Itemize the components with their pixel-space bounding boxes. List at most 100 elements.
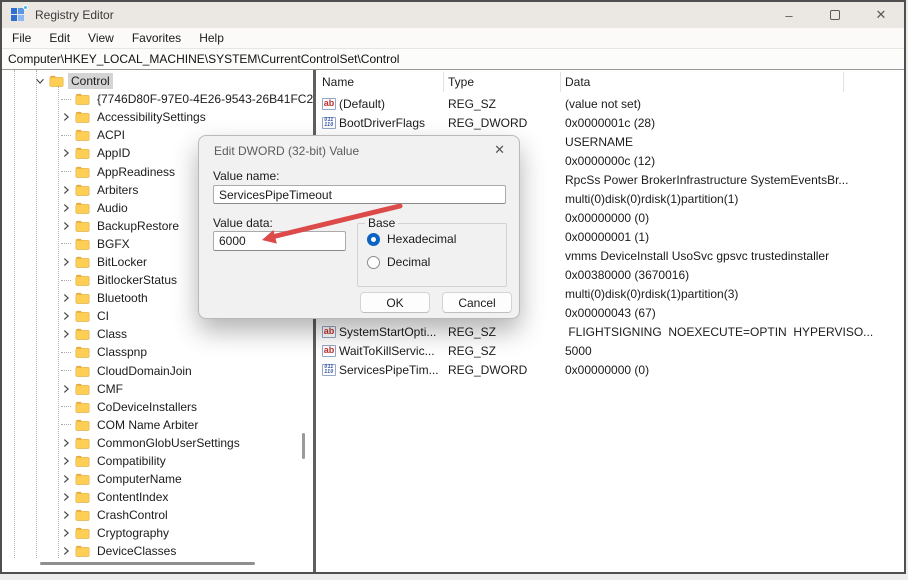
tree-expander[interactable] bbox=[57, 308, 74, 324]
value-name-field[interactable]: ServicesPipeTimeout bbox=[213, 185, 506, 204]
folder-icon bbox=[75, 148, 90, 160]
maximize-icon bbox=[830, 10, 840, 20]
value-type-cell: REG_SZ bbox=[448, 324, 497, 339]
column-separator[interactable] bbox=[443, 72, 444, 92]
radio-hexadecimal-label: Hexadecimal bbox=[387, 232, 457, 246]
tree-item-codeviceinstallers[interactable]: CoDeviceInstallers bbox=[2, 398, 313, 416]
tree-expander[interactable] bbox=[57, 145, 74, 161]
tree-item-label: Control bbox=[68, 73, 113, 90]
tree-expander[interactable] bbox=[57, 290, 74, 306]
tree-item-cryptography[interactable]: Cryptography bbox=[2, 524, 313, 542]
tree-item-label: CommonGlobUserSettings bbox=[97, 435, 240, 450]
tree-expander[interactable] bbox=[57, 164, 74, 180]
column-header-name[interactable]: Name bbox=[322, 75, 354, 89]
menu-item-file[interactable]: File bbox=[3, 29, 40, 47]
column-separator[interactable] bbox=[843, 72, 844, 92]
tree-item-class[interactable]: Class bbox=[2, 325, 313, 343]
tree-expander[interactable] bbox=[57, 453, 74, 469]
tree-expander[interactable] bbox=[57, 525, 74, 541]
value-row--default-[interactable]: ab (Default) REG_SZ (value not set) bbox=[316, 94, 904, 113]
tree-leaf-connector bbox=[60, 98, 71, 100]
menu-item-favorites[interactable]: Favorites bbox=[123, 29, 190, 47]
tree-expander[interactable] bbox=[57, 507, 74, 523]
value-data-cell: FLIGHTSIGNING NOEXECUTE=OPTIN HYPERVISO.… bbox=[565, 324, 874, 339]
value-data-cell: vmms DeviceInstall UsoSvc gpsvc trustedi… bbox=[565, 248, 830, 263]
address-bar[interactable]: Computer\HKEY_LOCAL_MACHINE\SYSTEM\Curre… bbox=[2, 49, 904, 70]
tree-expander[interactable] bbox=[57, 381, 74, 397]
tree-expander[interactable] bbox=[57, 127, 74, 143]
value-row-bootdriverflags[interactable]: 011 110 BootDriverFlags REG_DWORD 0x0000001c… bbox=[316, 113, 904, 132]
tree-expander[interactable] bbox=[57, 435, 74, 451]
value-name-cell: SystemStartOpti... bbox=[339, 324, 437, 339]
folder-icon bbox=[75, 510, 90, 522]
ok-button[interactable]: OK bbox=[360, 292, 430, 313]
tree-item-computername[interactable]: ComputerName bbox=[2, 470, 313, 488]
tree-horizontal-scrollbar[interactable] bbox=[40, 562, 255, 565]
tree-expander[interactable] bbox=[57, 471, 74, 487]
tree-item-control[interactable]: Control bbox=[2, 72, 313, 90]
tree-expander[interactable] bbox=[57, 543, 74, 559]
chevron-down-icon bbox=[35, 78, 44, 85]
tree-expander[interactable] bbox=[57, 272, 74, 288]
tree-item-label: AccessibilitySettings bbox=[97, 110, 206, 125]
title-bar: Registry Editor – ✕ bbox=[2, 2, 904, 28]
tree-expander[interactable] bbox=[57, 399, 74, 415]
tree-vertical-scrollbar[interactable] bbox=[302, 433, 305, 459]
tree-expander[interactable] bbox=[57, 91, 74, 107]
tree-expander[interactable] bbox=[57, 109, 74, 125]
radio-on-icon bbox=[367, 232, 380, 246]
column-header-type[interactable]: Type bbox=[448, 75, 474, 89]
folder-icon bbox=[75, 275, 90, 286]
close-button[interactable]: ✕ bbox=[858, 2, 904, 28]
tree-expander[interactable] bbox=[57, 182, 74, 198]
tree-item-compatibility[interactable]: Compatibility bbox=[2, 452, 313, 470]
tree-item-deviceclasses[interactable]: DeviceClasses bbox=[2, 542, 313, 560]
tree-expander[interactable] bbox=[57, 200, 74, 216]
menu-item-edit[interactable]: Edit bbox=[40, 29, 79, 47]
menu-item-view[interactable]: View bbox=[79, 29, 123, 47]
tree-item--7746d80f-97e0-4e26-9543-26b41fc2[interactable]: {7746D80F-97E0-4E26-9543-26B41FC2 bbox=[2, 90, 313, 108]
tree-item-classpnp[interactable]: Classpnp bbox=[2, 343, 313, 361]
tree-item-label: BGFX bbox=[97, 236, 130, 251]
value-data-cell: 0x00000000 (0) bbox=[565, 362, 650, 377]
minimize-icon: – bbox=[785, 7, 793, 23]
tree-item-cmf[interactable]: CMF bbox=[2, 380, 313, 398]
tree-expander[interactable] bbox=[57, 326, 74, 342]
tree-item-crashcontrol[interactable]: CrashControl bbox=[2, 506, 313, 524]
screenshot-root: { "window": { "title": "Registry Editor"… bbox=[0, 0, 908, 580]
tree-expander[interactable] bbox=[57, 236, 74, 252]
tree-expander[interactable] bbox=[31, 73, 48, 89]
maximize-button[interactable] bbox=[812, 2, 858, 28]
tree-item-com-name-arbiter[interactable]: COM Name Arbiter bbox=[2, 416, 313, 434]
value-row-servicespipetim-[interactable]: 011 110 ServicesPipeTim... REG_DWORD 0x00000… bbox=[316, 360, 904, 379]
tree-item-accessibilitysettings[interactable]: AccessibilitySettings bbox=[2, 108, 313, 126]
value-data-label: Value data: bbox=[213, 216, 273, 230]
column-header-data[interactable]: Data bbox=[565, 75, 590, 89]
tree-item-commonglobusersettings[interactable]: CommonGlobUserSettings bbox=[2, 434, 313, 452]
column-separator[interactable] bbox=[560, 72, 561, 92]
menu-item-help[interactable]: Help bbox=[190, 29, 233, 47]
value-row-systemstartopti-[interactable]: ab SystemStartOpti... REG_SZ FLIGHTSIGNING… bbox=[316, 322, 904, 341]
tree-expander[interactable] bbox=[57, 489, 74, 505]
value-data-cell: 0x00000043 (67) bbox=[565, 305, 656, 320]
tree-expander[interactable] bbox=[57, 344, 74, 360]
value-row-waittokillservic-[interactable]: ab WaitToKillServic... REG_SZ 5000 bbox=[316, 341, 904, 360]
cancel-button[interactable]: Cancel bbox=[442, 292, 512, 313]
tree-expander[interactable] bbox=[57, 254, 74, 270]
value-data-field[interactable]: 6000 bbox=[213, 231, 346, 251]
value-type-cell: REG_SZ bbox=[448, 343, 497, 358]
tree-expander[interactable] bbox=[57, 363, 74, 379]
tree-item-clouddomainjoin[interactable]: CloudDomainJoin bbox=[2, 362, 313, 380]
tree-item-contentindex[interactable]: ContentIndex bbox=[2, 488, 313, 506]
radio-decimal[interactable]: Decimal bbox=[367, 255, 430, 269]
tree-expander[interactable] bbox=[57, 218, 74, 234]
folder-icon bbox=[75, 202, 90, 214]
dialog-close-button[interactable]: ✕ bbox=[494, 142, 505, 158]
folder-icon bbox=[75, 256, 90, 268]
tree-expander[interactable] bbox=[57, 417, 74, 433]
tree-item-label: Arbiters bbox=[97, 182, 139, 197]
minimize-button[interactable]: – bbox=[766, 2, 812, 28]
value-data-cell: 0x00000001 (1) bbox=[565, 229, 650, 244]
folder-icon bbox=[75, 130, 90, 142]
radio-hexadecimal[interactable]: Hexadecimal bbox=[367, 232, 456, 246]
